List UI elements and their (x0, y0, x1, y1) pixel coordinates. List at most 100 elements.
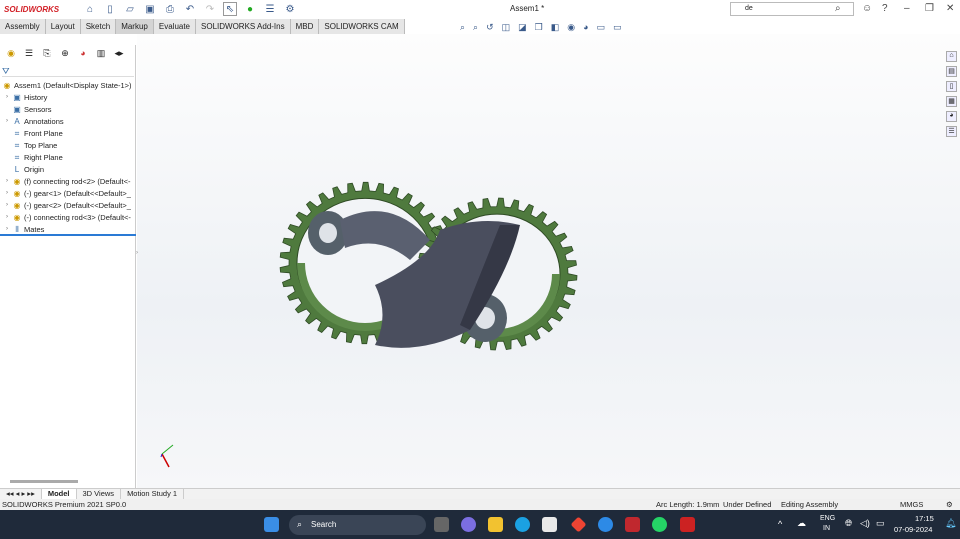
tree-rollback-bar[interactable] (0, 234, 136, 236)
task-view-icon[interactable] (434, 517, 449, 532)
configuration-manager-tab-icon[interactable]: ⎘ (40, 48, 54, 60)
expand-arrow-icon[interactable]: › (2, 190, 12, 196)
tab-layout[interactable]: Layout (45, 19, 81, 34)
clock-time[interactable]: 17:15 (915, 514, 934, 523)
feature-manager-tab-icon[interactable]: ◉ (4, 48, 18, 60)
resources-icon[interactable]: ⌂ (946, 51, 957, 62)
cam-tab-icon[interactable]: ▥ (94, 48, 108, 60)
tree-root[interactable]: ◉ Assem1 (Default<Display State-1>) (2, 79, 136, 91)
options-gear-icon[interactable]: ⚙ (283, 2, 297, 16)
tab-motion-study[interactable]: Motion Study 1 (121, 489, 185, 499)
tab-markup[interactable]: Markup (116, 19, 154, 34)
home-icon[interactable]: ⌂ (83, 2, 97, 16)
collapse-panel-icon[interactable]: › (136, 250, 138, 256)
select-icon[interactable]: ⇖ (223, 2, 237, 16)
tree-item[interactable]: › A Annotations (2, 115, 136, 127)
redo-icon[interactable]: ↷ (203, 2, 217, 16)
language-primary[interactable]: ENG (820, 515, 835, 522)
nav-arrows-icon[interactable]: ◂◂ ◂ ▸ ▸▸ (0, 489, 42, 499)
section-view-icon[interactable]: ◫ (502, 22, 511, 33)
hide-show-icon[interactable]: ◉ (567, 22, 575, 33)
custom-properties-icon[interactable]: ☰ (946, 126, 957, 137)
restore-icon[interactable]: ❐ (925, 3, 934, 14)
design-library-icon[interactable]: ▤ (946, 66, 957, 77)
taskbar-search[interactable]: Search (289, 515, 426, 535)
mcafee-icon[interactable] (625, 517, 640, 532)
tree-item[interactable]: L Origin (2, 163, 136, 175)
panel-scrollbar[interactable] (10, 480, 78, 483)
expand-arrow-icon[interactable]: › (2, 118, 12, 124)
file-properties-icon[interactable]: ☰ (263, 2, 277, 16)
copilot-icon[interactable] (461, 517, 476, 532)
minimize-icon[interactable]: – (904, 3, 910, 14)
units-selector[interactable]: MMGS (900, 499, 923, 510)
open-file-icon[interactable]: ▱ (123, 2, 137, 16)
property-manager-tab-icon[interactable]: ☰ (22, 48, 36, 60)
help-icon[interactable]: ? (882, 3, 888, 14)
dynamic-annotation-icon[interactable]: ◪ (518, 22, 527, 33)
tree-item[interactable]: ▣ Sensors (2, 103, 136, 115)
previous-view-icon[interactable]: ↺ (486, 22, 494, 33)
appearances-icon[interactable]: ◕ (946, 111, 957, 122)
tab-addins[interactable]: SOLIDWORKS Add-Ins (196, 19, 291, 34)
view-palette-icon[interactable]: ▦ (946, 96, 957, 107)
filter-icon[interactable]: ⛛ (2, 66, 134, 77)
volume-icon[interactable]: ◁) (860, 518, 870, 529)
tab-cam[interactable]: SOLIDWORKS CAM (319, 19, 405, 34)
tree-item[interactable]: ⌗ Right Plane (2, 151, 136, 163)
anydesk-icon[interactable] (570, 516, 587, 533)
tab-model[interactable]: Model (41, 489, 77, 499)
tree-item[interactable]: › ◉ (-) gear<2> (Default<<Default>_ (2, 199, 136, 211)
customize-icon[interactable]: ⚙ (946, 499, 953, 510)
windows-start-icon[interactable] (264, 517, 279, 532)
tab-evaluate[interactable]: Evaluate (153, 19, 197, 34)
store-icon[interactable] (542, 517, 557, 532)
tree-item[interactable]: › ▣ History (2, 91, 136, 103)
dimxpert-tab-icon[interactable]: ⊕ (58, 48, 72, 60)
zoom-to-fit-icon[interactable]: ⌕ (460, 22, 465, 33)
tree-item[interactable]: ⌗ Top Plane (2, 139, 136, 151)
scene-icon[interactable]: ▭ (597, 22, 606, 33)
edge-icon[interactable] (515, 517, 530, 532)
new-file-icon[interactable]: ▯ (103, 2, 117, 16)
solidworks-logo[interactable]: SOLIDWORKS (0, 5, 80, 14)
notification-bell-icon[interactable]: 🔔︎ (945, 518, 956, 529)
close-icon[interactable]: ✕ (946, 3, 954, 14)
battery-icon[interactable]: ▭ (876, 518, 885, 529)
tree-item[interactable]: › ◉ (-) gear<1> (Default<<Default>_ (2, 187, 136, 199)
tab-sketch[interactable]: Sketch (80, 19, 117, 34)
clock-date[interactable]: 07-09-2024 (894, 525, 932, 534)
search-icon[interactable]: ⌕ (835, 3, 841, 14)
help-app-icon[interactable] (598, 517, 613, 532)
expand-arrow-icon[interactable]: › (2, 202, 12, 208)
onedrive-icon[interactable]: ☁ (797, 518, 806, 529)
tree-item[interactable]: › ◉ (f) connecting rod<2> (Default<- (2, 175, 136, 187)
expand-arrow-icon[interactable]: › (2, 226, 12, 232)
tab-assembly[interactable]: Assembly (0, 19, 46, 34)
rebuild-icon[interactable]: ● (243, 2, 257, 16)
zoom-area-icon[interactable]: ⌕ (473, 22, 478, 33)
user-icon[interactable]: ☺ (862, 3, 872, 14)
view-settings-icon[interactable]: ▭ (613, 22, 622, 33)
tree-item[interactable]: ⌗ Front Plane (2, 127, 136, 139)
scroll-arrows-icon[interactable]: ◂▸ (112, 48, 126, 60)
appearance-icon[interactable]: ◕ (583, 22, 588, 33)
file-explorer-icon[interactable]: ▯ (946, 81, 957, 92)
save-icon[interactable]: ▣ (143, 2, 157, 16)
expand-arrow-icon[interactable]: › (2, 94, 12, 100)
language-secondary[interactable]: IN (823, 525, 830, 532)
view-orientation-icon[interactable]: ❒ (535, 22, 543, 33)
display-style-icon[interactable]: ◧ (551, 22, 560, 33)
network-icon[interactable]: 🌐︎ (845, 518, 852, 529)
solidworks-taskbar-icon[interactable] (680, 517, 695, 532)
file-explorer-icon[interactable] (488, 517, 503, 532)
graphics-area[interactable] (137, 34, 960, 488)
assembly-model[interactable] (137, 34, 960, 488)
expand-arrow-icon[interactable]: › (2, 178, 12, 184)
undo-icon[interactable]: ↶ (183, 2, 197, 16)
display-manager-tab-icon[interactable]: ◕ (76, 48, 90, 60)
tree-item[interactable]: › ◉ (-) connecting rod<3> (Default<- (2, 211, 136, 223)
print-icon[interactable]: ⎙ (163, 2, 177, 16)
show-hidden-icons[interactable]: ^ (778, 519, 782, 529)
expand-arrow-icon[interactable]: › (2, 214, 12, 220)
